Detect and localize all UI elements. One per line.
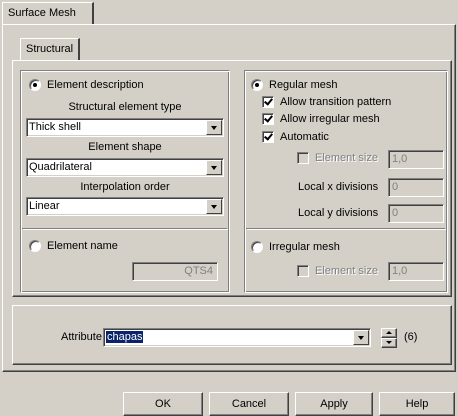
element-shape-label: Element shape bbox=[88, 141, 162, 153]
attribute-spinner[interactable] bbox=[381, 328, 397, 348]
irregular-element-size-checkbox bbox=[297, 265, 309, 277]
element-size-label: Element size bbox=[315, 152, 378, 164]
arrow-down-icon bbox=[386, 341, 392, 344]
structural-type-value: Thick shell bbox=[29, 121, 81, 133]
structural-type-select[interactable]: Thick shell bbox=[26, 118, 224, 137]
structural-type-label: Structural element type bbox=[68, 101, 182, 113]
apply-button[interactable]: Apply bbox=[295, 392, 373, 416]
apply-button-label: Apply bbox=[320, 398, 348, 410]
cancel-button-label: Cancel bbox=[231, 398, 267, 410]
allow-irregular-checkbox[interactable] bbox=[262, 113, 274, 125]
element-description-label: Element description bbox=[47, 79, 144, 91]
tab-surface-mesh[interactable]: Surface Mesh bbox=[2, 2, 94, 24]
local-x-field: 0 bbox=[388, 178, 444, 197]
spinner-down-button[interactable] bbox=[381, 338, 397, 348]
element-name-radio[interactable] bbox=[29, 240, 41, 252]
help-button-label: Help bbox=[405, 398, 429, 410]
element-shape-select[interactable]: Quadrilateral bbox=[26, 158, 224, 177]
element-size-checkbox bbox=[297, 152, 309, 164]
element-size-value: 1,0 bbox=[392, 153, 408, 165]
element-group-divider bbox=[22, 228, 228, 230]
tab-structural-label: Structural bbox=[26, 43, 74, 55]
spinner-up-button[interactable] bbox=[381, 328, 397, 338]
allow-irregular-label: Allow irregular mesh bbox=[280, 113, 380, 125]
local-y-label: Local y divisions bbox=[298, 207, 379, 219]
attribute-label: Attribute bbox=[61, 331, 102, 343]
regular-mesh-label: Regular mesh bbox=[269, 79, 338, 91]
interpolation-order-select[interactable]: Linear bbox=[26, 197, 224, 216]
local-y-value: 0 bbox=[392, 207, 399, 219]
regular-mesh-radio[interactable] bbox=[251, 79, 263, 91]
irregular-element-size-field: 1,0 bbox=[388, 262, 444, 281]
element-name-value: QTS4 bbox=[184, 265, 213, 277]
tab-structural[interactable]: Structural bbox=[20, 38, 80, 60]
irregular-mesh-radio[interactable] bbox=[251, 241, 263, 253]
tab-surface-mesh-label: Surface Mesh bbox=[8, 7, 76, 19]
chevron-down-icon bbox=[211, 126, 217, 130]
allow-transition-label: Allow transition pattern bbox=[280, 96, 392, 108]
attribute-dropdown-button[interactable] bbox=[353, 330, 369, 345]
local-x-value: 0 bbox=[392, 181, 399, 193]
mesh-group-divider bbox=[246, 228, 446, 230]
ok-button[interactable]: OK bbox=[123, 392, 203, 416]
element-name-label: Element name bbox=[47, 240, 118, 252]
element-name-field: QTS4 bbox=[132, 262, 218, 281]
chevron-down-icon bbox=[211, 166, 217, 170]
interpolation-order-label: Interpolation order bbox=[80, 181, 170, 193]
irregular-element-size-label: Element size bbox=[315, 265, 378, 277]
element-description-radio[interactable] bbox=[29, 79, 41, 91]
interpolation-order-dropdown-button[interactable] bbox=[206, 199, 222, 214]
local-x-label: Local x divisions bbox=[298, 181, 379, 193]
irregular-mesh-label: Irregular mesh bbox=[269, 241, 340, 253]
help-button[interactable]: Help bbox=[379, 392, 455, 416]
arrow-up-icon bbox=[386, 331, 392, 334]
local-y-field: 0 bbox=[388, 204, 444, 223]
allow-transition-checkbox[interactable] bbox=[262, 96, 274, 108]
chevron-down-icon bbox=[358, 336, 364, 340]
chevron-down-icon bbox=[211, 205, 217, 209]
ok-button-label: OK bbox=[155, 398, 171, 410]
attribute-value: chapas bbox=[106, 331, 144, 343]
element-size-field: 1,0 bbox=[388, 150, 444, 169]
attribute-select[interactable]: chapas bbox=[103, 328, 371, 347]
element-shape-value: Quadrilateral bbox=[29, 161, 92, 173]
automatic-checkbox[interactable] bbox=[262, 131, 274, 143]
automatic-label: Automatic bbox=[280, 131, 329, 143]
structural-type-dropdown-button[interactable] bbox=[206, 120, 222, 135]
irregular-element-size-value: 1,0 bbox=[392, 265, 408, 277]
interpolation-order-value: Linear bbox=[29, 200, 60, 212]
attribute-count: (6) bbox=[404, 331, 418, 343]
element-shape-dropdown-button[interactable] bbox=[206, 160, 222, 175]
cancel-button[interactable]: Cancel bbox=[209, 392, 289, 416]
